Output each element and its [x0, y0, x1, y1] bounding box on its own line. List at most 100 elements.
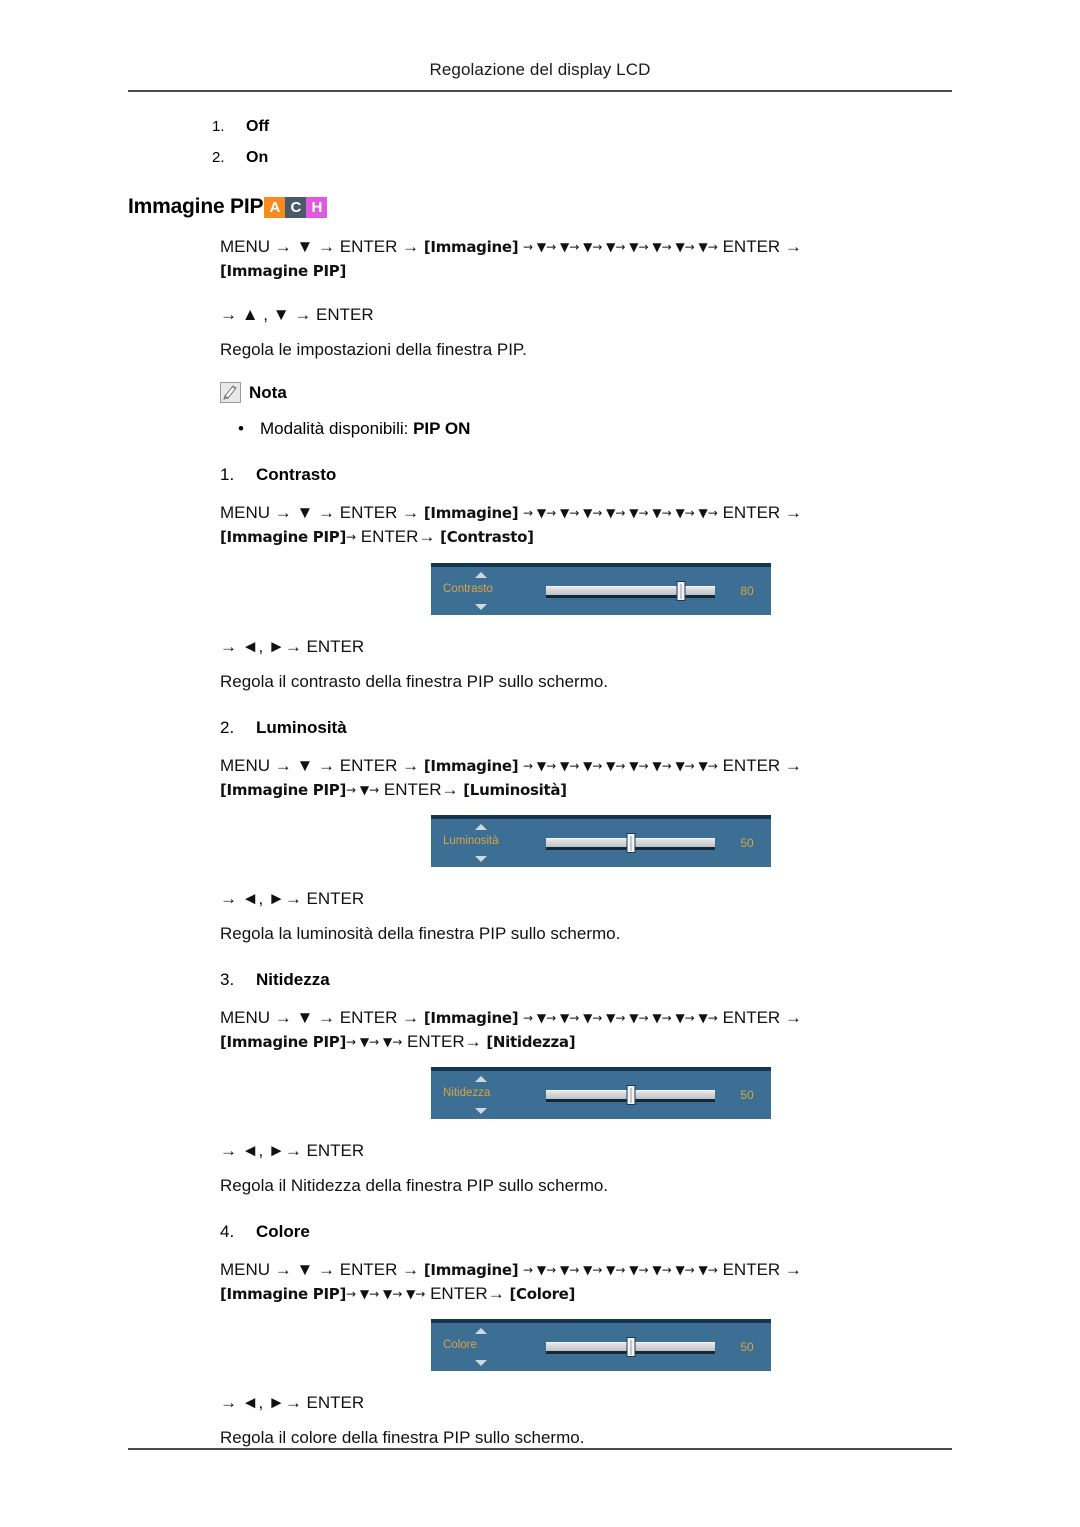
nav-enter-tail: ENTER → [722, 1260, 802, 1279]
osd-value: 80 [740, 583, 754, 598]
bullet-text: Modalità disponibili: PIP ON [260, 419, 470, 439]
page-content: 1. Off 2. On Immagine PIP A C H MENU → ▼… [128, 118, 958, 1448]
nav-updown-line: → ▲ , ▼ → ENTER [220, 305, 374, 325]
slider-track-group[interactable] [546, 1337, 715, 1358]
osd-label: Contrasto [443, 582, 493, 595]
slider-track-shadow [546, 594, 715, 598]
nav-pip-enter: ENTER→ [360, 527, 436, 547]
nav-pip-arrows: → [346, 530, 357, 545]
status-badge-h: H [306, 196, 328, 218]
sub-heading-luminosita: 2. Luminosità [220, 718, 958, 738]
triangle-up-icon[interactable] [475, 1076, 487, 1082]
item-description: Regola il Nitidezza della finestra PIP s… [220, 1176, 609, 1195]
osd-value: 50 [740, 1340, 754, 1355]
slider-handle[interactable] [626, 1085, 635, 1105]
triangle-down-icon[interactable] [475, 1108, 487, 1114]
sub-heading-colore: 4. Colore [220, 1222, 958, 1242]
nav-prefix: MENU → ▼ → ENTER → [220, 503, 420, 523]
osd-slider-luminosita[interactable]: Luminosità 50 [431, 814, 771, 867]
note-heading: Nota [220, 382, 958, 404]
sub-number: 1. [220, 465, 235, 485]
nav-path-section: MENU → ▼ → ENTER → [Immagine] → ▼→ ▼→ ▼→… [220, 235, 958, 283]
osd-value: 50 [740, 1088, 754, 1102]
sub-number: 4. [220, 1222, 235, 1241]
osd-slider-contrasto[interactable]: Contrasto 80 [431, 562, 771, 615]
item-description: Regola la luminosità della finestra PIP … [220, 923, 621, 943]
nav-token-item: [Colore] [509, 1285, 576, 1304]
triangle-up-icon[interactable] [475, 1328, 487, 1335]
nav-token-immagine-pip: [Immagine PIP] [220, 262, 346, 281]
top-option-list: 1. Off 2. On [128, 118, 958, 167]
nav-token-immagine-pip: [Immagine PIP] [220, 780, 346, 799]
slider-track-group[interactable] [546, 832, 715, 853]
osd-label: Nitidezza [443, 1087, 491, 1099]
osd-label-group: Luminosità [431, 819, 546, 867]
bullet-prefix: Modalità disponibili: [260, 419, 414, 439]
slider-track [546, 585, 715, 595]
nav-token-item: [Nitidezza] [486, 1032, 576, 1051]
list-item: 2. On [128, 149, 958, 167]
nav-enter-tail: ENTER → [722, 1007, 802, 1027]
nav-prefix: MENU → ▼ → ENTER → [220, 1260, 420, 1279]
nav-pip-arrows: → ▼→ ▼→ ▼→ [346, 1287, 426, 1302]
osd-label-group: Nitidezza [431, 1071, 546, 1119]
triangle-down-icon[interactable] [475, 603, 487, 610]
triangle-down-icon[interactable] [475, 855, 487, 862]
document-page: Regolazione del display LCD 1. Off 2. On… [0, 0, 1080, 1527]
nav-token-immagine: [Immagine] [423, 1008, 519, 1027]
osd-slider-nitidezza[interactable]: Nitidezza 50 [431, 1067, 771, 1119]
note-bullet: • Modalità disponibili: PIP ON [238, 419, 958, 439]
osd-label-group: Contrasto [431, 567, 546, 615]
note-label: Nota [249, 382, 287, 402]
nav-path-colore: MENU → ▼ → ENTER → [Immagine] → ▼→ ▼→ ▼→… [220, 1258, 958, 1306]
bullet-strong: PIP ON [413, 419, 471, 439]
nav-pip-enter: ENTER→ [406, 1031, 482, 1051]
nav-token-immagine-pip: [Immagine PIP] [220, 528, 346, 547]
section-description: Regola le impostazioni della finestra PI… [220, 340, 527, 360]
osd-label: Luminosità [443, 834, 499, 847]
list-item: 1. Off [128, 118, 958, 136]
osd-label: Colore [443, 1339, 477, 1352]
nav-pip-enter: ENTER→ [430, 1284, 505, 1304]
nav-leftright-line: → ◄, ►→ ENTER [220, 636, 365, 656]
nav-path-contrasto: MENU → ▼ → ENTER → [Immagine] → ▼→ ▼→ ▼→… [220, 501, 958, 549]
nav-prefix: MENU → ▼ → ENTER → [220, 755, 420, 775]
osd-slider-colore[interactable]: Colore 50 [431, 1319, 771, 1372]
triangle-up-icon[interactable] [475, 823, 487, 830]
triangle-down-icon[interactable] [475, 1360, 487, 1367]
nav-arrow-sequence: → ▼→ ▼→ ▼→ ▼→ ▼→ ▼→ ▼→ ▼→ [523, 758, 718, 773]
nav-leftright-line: → ◄, ►→ ENTER [220, 888, 365, 908]
option-number: 2. [212, 149, 225, 166]
nav-token-item: [Luminosità] [463, 780, 567, 799]
nav-pip-arrows: → ▼→ ▼→ [346, 1034, 403, 1049]
nav-token-immagine: [Immagine] [423, 1261, 519, 1279]
nav-arrow-sequence: → ▼→ ▼→ ▼→ ▼→ ▼→ ▼→ ▼→ ▼→ [523, 240, 718, 254]
slider-handle[interactable] [676, 580, 686, 601]
sub-label: Nitidezza [256, 969, 330, 989]
sub-heading-nitidezza: 3. Nitidezza [220, 970, 958, 990]
nav-prefix: MENU → ▼ → ENTER → [220, 1007, 420, 1027]
footer-divider [128, 1448, 952, 1450]
nav-path-nitidezza: MENU → ▼ → ENTER → [Immagine] → ▼→ ▼→ ▼→… [220, 1006, 958, 1054]
nav-arrow-sequence: → ▼→ ▼→ ▼→ ▼→ ▼→ ▼→ ▼→ ▼→ [523, 506, 718, 521]
nav-pip-enter: ENTER→ [383, 779, 459, 799]
slider-track-group[interactable] [546, 580, 715, 601]
nav-token-immagine: [Immagine] [423, 238, 519, 256]
nav-pip-arrows: → ▼→ [346, 782, 380, 797]
nav-path-luminosita: MENU → ▼ → ENTER → [Immagine] → ▼→ ▼→ ▼→… [220, 754, 958, 802]
nav-token-item: [Contrasto] [440, 528, 534, 547]
slider-handle[interactable] [626, 1337, 635, 1358]
nav-prefix: MENU → ▼ → ENTER → [220, 237, 420, 256]
sub-label: Contrasto [256, 465, 337, 485]
bullet-icon: • [238, 419, 244, 439]
page-title: Immagine PIP [128, 195, 264, 218]
osd-value: 50 [740, 835, 754, 850]
nav-enter-tail: ENTER → [722, 755, 802, 775]
status-badge-c: C [285, 196, 307, 218]
osd-label-group: Colore [431, 1323, 546, 1371]
nav-arrow-sequence: → ▼→ ▼→ ▼→ ▼→ ▼→ ▼→ ▼→ ▼→ [523, 1010, 718, 1025]
slider-handle[interactable] [626, 832, 635, 853]
header-divider [128, 90, 952, 92]
triangle-up-icon[interactable] [475, 571, 487, 578]
slider-track-group[interactable] [546, 1085, 715, 1105]
